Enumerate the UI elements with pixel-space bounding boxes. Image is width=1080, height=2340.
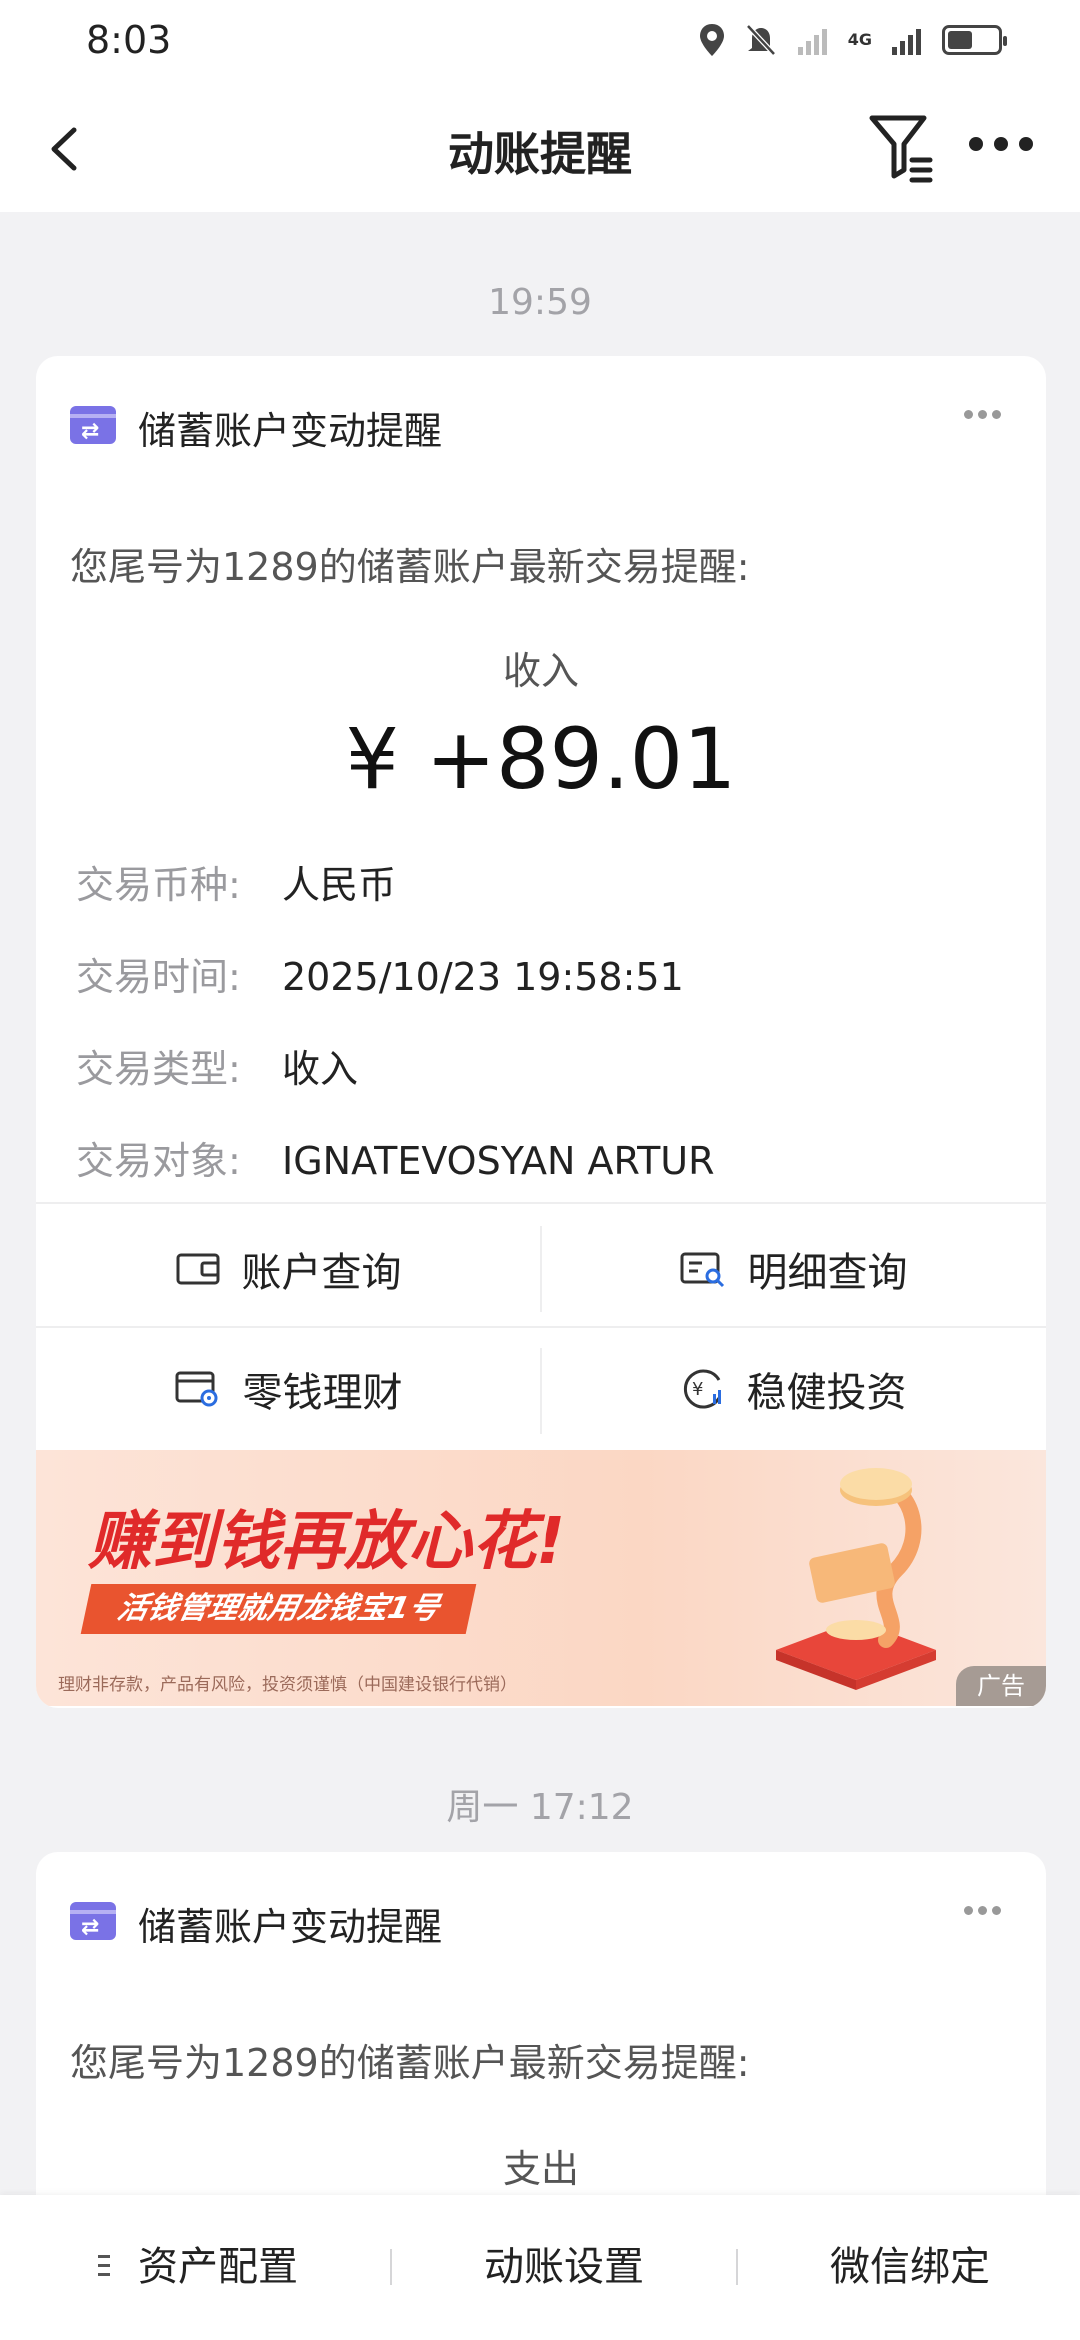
signal-empty-icon xyxy=(797,29,827,55)
card-title: 储蓄账户变动提醒 xyxy=(138,1905,443,1949)
detail-row-counterparty: 交易对象: IGNATEVOSYAN ARTUR xyxy=(76,1130,715,1185)
svg-text:¥: ¥ xyxy=(692,1379,703,1400)
pocket-finance-button[interactable]: 零钱理财 xyxy=(36,1328,541,1450)
detail-value: IGNATEVOSYAN ARTUR xyxy=(282,1139,715,1183)
detail-value: 人民币 xyxy=(282,863,397,907)
yuan-investment-icon: ¥ xyxy=(683,1369,721,1409)
transaction-intro: 您尾号为1289的储蓄账户最新交易提醒: xyxy=(70,2041,750,2085)
account-change-icon: ⇄ xyxy=(70,1902,116,1940)
detail-value: 2025/10/23 19:58:51 xyxy=(282,955,684,999)
status-icons: 4G xyxy=(698,20,1007,60)
battery-icon xyxy=(942,25,1007,55)
card-title: 储蓄账户变动提醒 xyxy=(138,409,443,453)
action-label: 明细查询 xyxy=(747,1250,908,1296)
account-query-button[interactable]: 账户查询 xyxy=(36,1208,541,1330)
detail-query-button[interactable]: 明细查询 xyxy=(541,1208,1046,1330)
card-header: ⇄ 储蓄账户变动提醒 xyxy=(36,1852,1046,1992)
detail-row-type: 交易类型: 收入 xyxy=(76,1038,358,1093)
transaction-intro: 您尾号为1289的储蓄账户最新交易提醒: xyxy=(70,545,750,589)
more-icon[interactable] xyxy=(966,124,1036,164)
filter-icon[interactable] xyxy=(866,108,940,188)
transaction-amount: ¥ +89.01 xyxy=(345,710,737,808)
detail-label: 交易币种: xyxy=(76,863,241,907)
wallet-icon xyxy=(176,1253,219,1285)
coins-illustration-icon xyxy=(776,1468,936,1690)
detail-value: 收入 xyxy=(282,1047,359,1091)
asset-allocation-button[interactable]: 资产配置 xyxy=(138,2195,298,2340)
ad-banner[interactable]: 赚到钱再放心花! 活钱管理就用龙钱宝1号 理财非存款，产品有风险，投资须谨慎（中… xyxy=(36,1450,1046,1706)
menu-icon xyxy=(98,2255,110,2279)
steady-investment-button[interactable]: ¥ 稳健投资 xyxy=(541,1328,1046,1450)
account-change-icon: ⇄ xyxy=(70,406,116,444)
mute-bell-icon xyxy=(745,24,776,56)
ad-subline: 活钱管理就用龙钱宝1号 xyxy=(80,1584,477,1634)
message-time: 周一 17:12 xyxy=(446,1787,634,1828)
card-header: ⇄ 储蓄账户变动提醒 xyxy=(36,356,1046,496)
location-icon xyxy=(699,24,724,56)
ad-badge: 广告 xyxy=(956,1666,1046,1706)
bottom-bar: 资产配置 动账设置 微信绑定 xyxy=(0,2195,1080,2340)
card-finance-icon xyxy=(175,1371,217,1407)
header: 动账提醒 xyxy=(0,84,1080,212)
transaction-card: ⇄ 储蓄账户变动提醒 您尾号为1289的储蓄账户最新交易提醒: 收入 ¥ +89… xyxy=(36,356,1046,1708)
ad-disclaimer: 理财非存款，产品有风险，投资须谨慎（中国建设银行代销） xyxy=(58,1675,517,1695)
amount-type: 支出 xyxy=(502,2147,579,2191)
transaction-card: ⇄ 储蓄账户变动提醒 您尾号为1289的储蓄账户最新交易提醒: 支出 xyxy=(36,1852,1046,2252)
statement-search-icon xyxy=(680,1252,724,1288)
status-bar: 8:03 4G xyxy=(0,0,1080,84)
ad-headline: 赚到钱再放心花! xyxy=(88,1505,566,1579)
battery-level xyxy=(948,31,972,49)
action-label: 账户查询 xyxy=(241,1250,402,1296)
action-grid: 账户查询 明细查询 零钱理财 ¥ 稳健投资 xyxy=(36,1202,1046,1450)
wechat-binding-button[interactable]: 微信绑定 xyxy=(830,2195,990,2340)
detail-row-time: 交易时间: 2025/10/23 19:58:51 xyxy=(76,946,684,1001)
message-time: 19:59 xyxy=(488,282,592,323)
status-time: 8:03 xyxy=(86,18,172,62)
detail-label: 交易时间: xyxy=(76,955,241,999)
amount-type: 收入 xyxy=(502,649,579,693)
signal-icon xyxy=(892,29,921,55)
detail-label: 交易类型: xyxy=(76,1047,241,1091)
action-label: 零钱理财 xyxy=(242,1370,403,1416)
account-alert-settings-button[interactable]: 动账设置 xyxy=(484,2195,644,2340)
detail-row-currency: 交易币种: 人民币 xyxy=(76,854,396,909)
card-more-icon[interactable] xyxy=(964,404,1010,424)
detail-label: 交易对象: xyxy=(76,1139,241,1183)
action-label: 稳健投资 xyxy=(746,1370,907,1416)
card-more-icon[interactable] xyxy=(964,1900,1010,1920)
network-type: 4G xyxy=(847,30,872,49)
